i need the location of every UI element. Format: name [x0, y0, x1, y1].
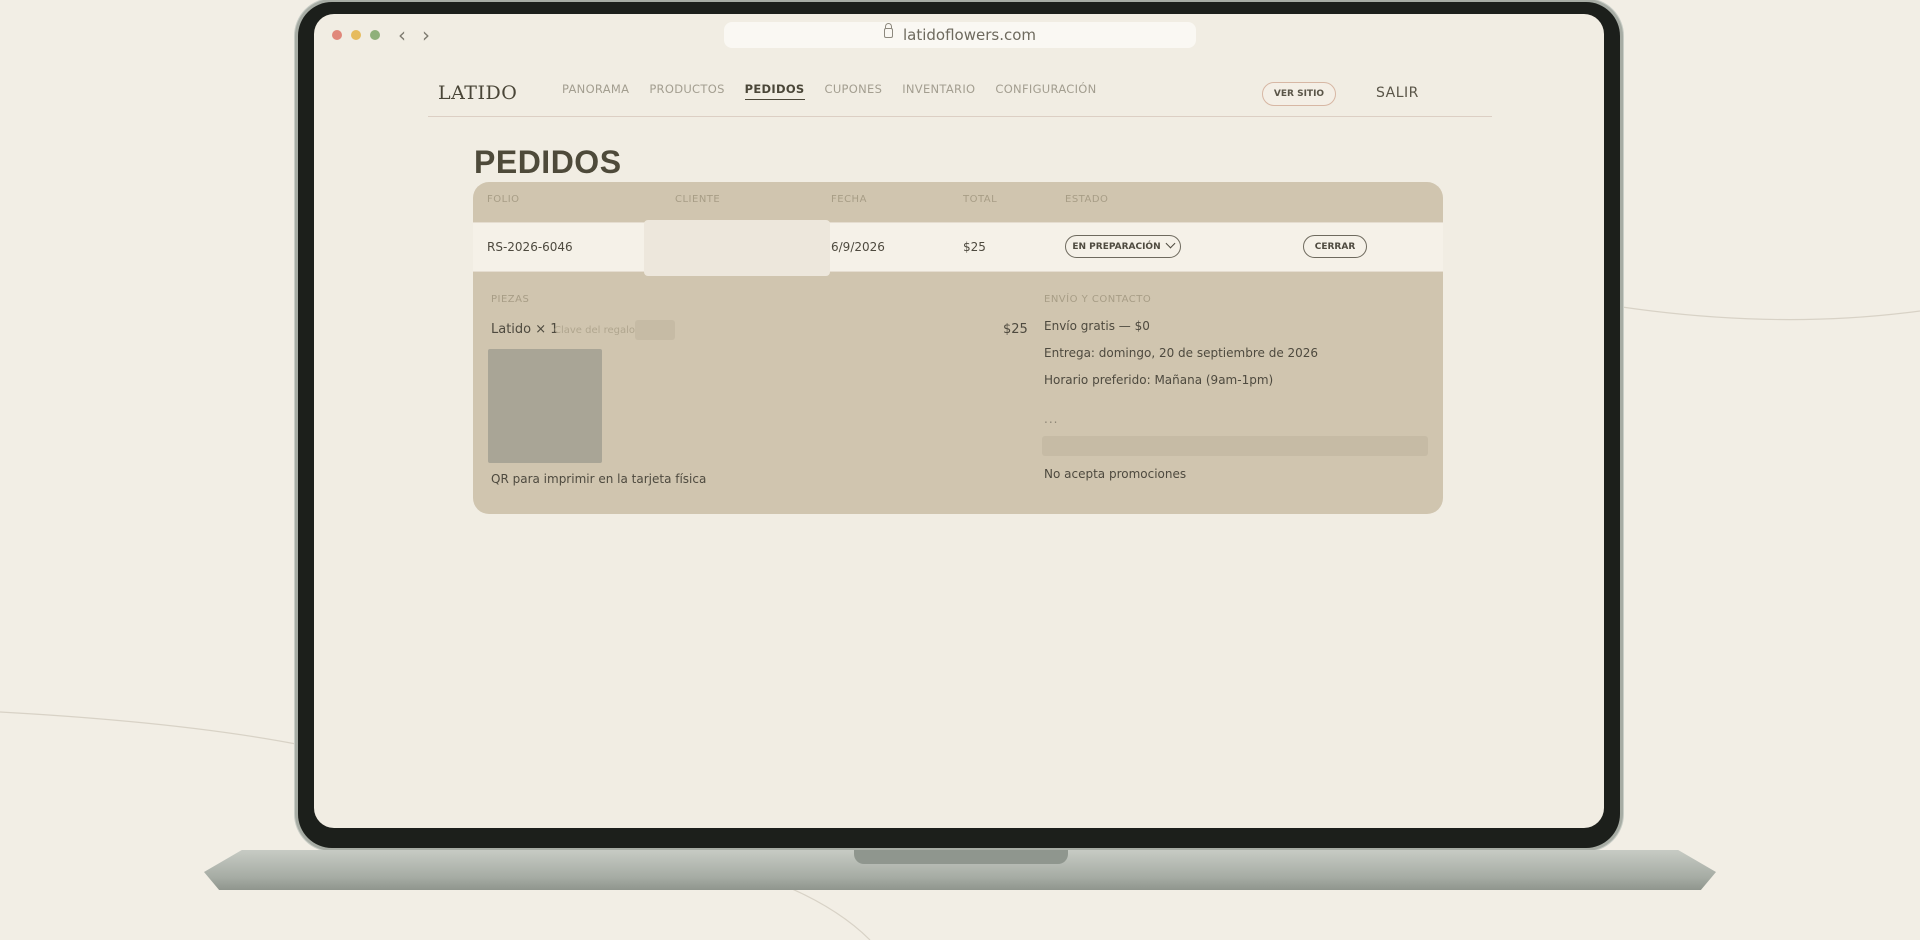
promotions-optout: No acepta promociones [1044, 467, 1187, 481]
orders-table: FOLIO CLIENTE FECHA TOTAL ESTADO RS-2026… [473, 182, 1443, 514]
gift-key-redacted [635, 320, 675, 340]
order-date: 6/9/2026 [831, 240, 885, 254]
nav-productos[interactable]: PRODUCTOS [649, 82, 724, 100]
close-window-dot[interactable] [332, 30, 342, 40]
chevron-down-icon [1165, 238, 1176, 249]
table-row[interactable]: RS-2026-6046 6/9/2026 $25 EN PREPARACIÓN… [473, 220, 1443, 276]
browser-toolbar: ‹ › latidoflowers.com [314, 14, 1604, 54]
item-name: Latido × 1 [491, 322, 559, 337]
column-header-cliente: CLIENTE [675, 194, 721, 205]
ver-sitio-button[interactable]: VER SITIO [1262, 82, 1336, 106]
brand-logo[interactable]: LATIDO [438, 82, 517, 104]
nav-inventario[interactable]: INVENTARIO [902, 82, 975, 100]
nav-panorama[interactable]: PANORAMA [562, 82, 629, 100]
qr-caption: QR para imprimir en la tarjeta física [491, 472, 707, 486]
laptop-notch [854, 850, 1068, 864]
shipping-cost: Envío gratis — $0 [1044, 319, 1150, 333]
main-nav: PANORAMA PRODUCTOS PEDIDOS CUPONES INVEN… [562, 82, 1097, 100]
admin-header: LATIDO PANORAMA PRODUCTOS PEDIDOS CUPONE… [428, 70, 1492, 117]
chevron-left-icon[interactable]: ‹ [398, 23, 406, 47]
address-bar[interactable]: latidoflowers.com [724, 22, 1196, 48]
page-title: PEDIDOS [474, 144, 622, 180]
status-select[interactable]: EN PREPARACIÓN [1065, 235, 1181, 258]
browser-window: ‹ › latidoflowers.com LATIDO PANORAMA PR… [314, 14, 1604, 828]
status-select-value: EN PREPARACIÓN [1072, 241, 1161, 252]
truncated-contact: ... [1044, 412, 1059, 426]
shipping-contact-label: ENVÍO Y CONTACTO [1044, 294, 1152, 305]
item-price: $25 [1003, 322, 1028, 337]
column-header-total: TOTAL [963, 194, 998, 205]
order-total: $25 [963, 240, 986, 254]
preferred-time: Horario preferido: Mañana (9am-1pm) [1044, 373, 1274, 387]
lock-icon [883, 23, 893, 38]
column-header-estado: ESTADO [1065, 194, 1109, 205]
salir-button[interactable]: SALIR [1376, 85, 1419, 101]
order-folio: RS-2026-6046 [487, 240, 573, 254]
gift-key-label: Clave del regalo [554, 325, 636, 336]
column-header-folio: FOLIO [487, 194, 520, 205]
pieces-label: PIEZAS [491, 294, 530, 305]
close-order-button[interactable]: CERRAR [1303, 235, 1367, 258]
address-url: latidoflowers.com [902, 26, 1036, 44]
chevron-right-icon[interactable]: › [422, 23, 430, 47]
column-header-fecha: FECHA [831, 194, 867, 205]
customer-redacted [644, 220, 830, 276]
table-header: FOLIO CLIENTE FECHA TOTAL ESTADO [473, 182, 1443, 222]
nav-configuracion[interactable]: CONFIGURACIÓN [995, 82, 1096, 100]
nav-cupones[interactable]: CUPONES [825, 82, 883, 100]
qr-code-image [488, 349, 602, 463]
delivery-date: Entrega: domingo, 20 de septiembre de 20… [1044, 346, 1319, 360]
nav-pedidos[interactable]: PEDIDOS [744, 82, 805, 100]
maximize-window-dot[interactable] [370, 30, 380, 40]
minimize-window-dot[interactable] [351, 30, 361, 40]
contact-redacted [1042, 436, 1428, 456]
